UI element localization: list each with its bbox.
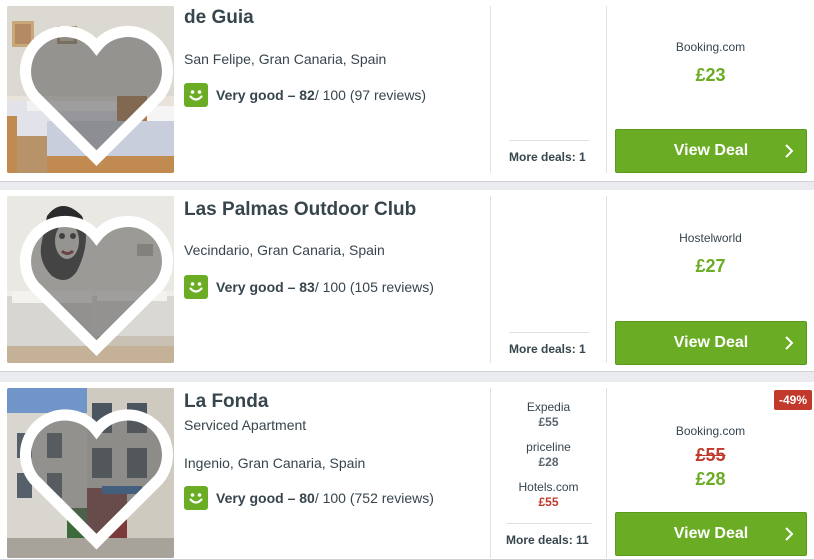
favorite-heart-icon[interactable] (13, 202, 174, 363)
hotel-photo[interactable] (7, 196, 174, 363)
hotel-photo[interactable] (7, 388, 174, 558)
favorite-heart-icon[interactable] (13, 394, 174, 558)
price-column: -49% Booking.com £55 £28 View Deal (607, 382, 814, 559)
smiley-rating-icon (184, 275, 208, 299)
alt-deal-provider: Expedia (526, 400, 571, 414)
alt-deal-price: £55 (538, 415, 559, 429)
deal-price: £23 (695, 65, 726, 85)
rating-details: / 100 (752 reviews) (314, 490, 434, 506)
hotel-rating: Very good – 83 / 100 (105 reviews) (184, 275, 434, 299)
favorite-heart-icon[interactable] (13, 12, 174, 173)
more-deals-column: More deals: 1 (491, 190, 606, 371)
more-deals-link[interactable]: More deals: 1 (509, 332, 589, 356)
original-price: £55 (695, 445, 726, 465)
hotel-rating: Very good – 80 / 100 (752 reviews) (184, 486, 434, 510)
smiley-rating-icon (184, 486, 208, 510)
deal-provider: Hostelworld (679, 231, 742, 245)
more-deals-column: Expedia £55 priceline £28 Hotels.com £55… (491, 382, 606, 559)
hotel-name[interactable]: Las Palmas Outdoor Club (184, 199, 416, 221)
alt-deal[interactable]: priceline £28 (491, 440, 606, 470)
hotel-card[interactable]: Las Palmas Outdoor Club Vecindario, Gran… (0, 190, 814, 372)
hotel-location: Ingenio, Gran Canaria, Spain (184, 455, 366, 471)
hotel-photo[interactable] (7, 6, 174, 173)
deal-price: £28 (695, 469, 726, 489)
hotel-rating: Very good – 82 / 100 (97 reviews) (184, 83, 426, 107)
rating-details: / 100 (105 reviews) (314, 279, 434, 295)
chevron-right-icon (785, 144, 794, 158)
deal-provider: Booking.com (675, 40, 746, 54)
rating-label: Very good – 82 (216, 87, 315, 103)
hotel-location: Vecindario, Gran Canaria, Spain (184, 242, 385, 258)
view-deal-label: View Deal (673, 142, 749, 159)
rating-label: Very good – 83 (216, 279, 315, 295)
property-type: Serviced Apartment (184, 417, 307, 433)
deal-provider: Booking.com (675, 424, 746, 438)
view-deal-label: View Deal (673, 334, 749, 351)
more-deals-link[interactable]: More deals: 1 (509, 140, 589, 164)
alt-deal-price: £28 (538, 455, 559, 469)
deal-price: £27 (695, 256, 726, 276)
more-deals-link[interactable]: More deals: 11 (506, 523, 592, 547)
price-column: Booking.com £23 View Deal (607, 0, 814, 181)
view-deal-button[interactable]: View Deal (615, 512, 807, 556)
chevron-right-icon (785, 527, 794, 541)
view-deal-button[interactable]: View Deal (615, 129, 807, 173)
price-column: Hostelworld £27 View Deal (607, 190, 814, 371)
hotel-location: San Felipe, Gran Canaria, Spain (184, 51, 387, 67)
smiley-rating-icon (184, 83, 208, 107)
discount-badge: -49% (773, 390, 812, 410)
alt-deal[interactable]: Expedia £55 (491, 400, 606, 430)
alt-deal-provider: Hotels.com (518, 480, 579, 494)
hotel-card[interactable]: de Guia San Felipe, Gran Canaria, Spain … (0, 0, 814, 182)
rating-details: / 100 (97 reviews) (314, 87, 427, 103)
hotel-card[interactable]: La Fonda Serviced Apartment Ingenio, Gra… (0, 382, 814, 560)
view-deal-button[interactable]: View Deal (615, 321, 807, 365)
alt-deal-price: £55 (538, 495, 559, 509)
hotel-name[interactable]: La Fonda (184, 391, 268, 413)
hotel-results-list: de Guia San Felipe, Gran Canaria, Spain … (0, 0, 814, 560)
alt-deal-provider: priceline (526, 440, 571, 454)
more-deals-column: More deals: 1 (491, 0, 606, 181)
view-deal-label: View Deal (673, 525, 749, 542)
hotel-name[interactable]: de Guia (184, 7, 254, 29)
rating-label: Very good – 80 (216, 490, 315, 506)
alt-deal[interactable]: Hotels.com £55 (491, 480, 606, 510)
chevron-right-icon (785, 336, 794, 350)
